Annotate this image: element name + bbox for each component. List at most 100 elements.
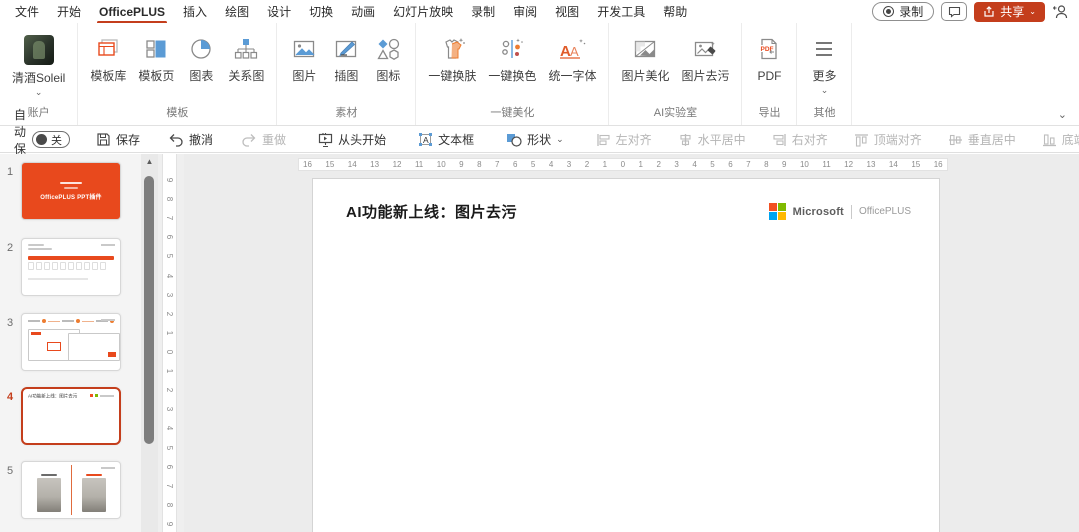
person-icon[interactable] — [1052, 4, 1069, 19]
menu-file[interactable]: 文件 — [6, 0, 48, 24]
textbox-button[interactable]: A 文本框 — [410, 128, 482, 151]
ruler-tick-label: 7 — [165, 483, 175, 488]
slide-thumbnail-2[interactable] — [21, 238, 121, 296]
autosave-switch[interactable]: 关 — [32, 131, 71, 148]
slide-thumbnail-5[interactable] — [21, 461, 121, 519]
start-from-beginning-button[interactable]: 从头开始 — [310, 128, 394, 151]
redo-label: 重做 — [262, 133, 287, 147]
ruler-tick-label: 2 — [584, 159, 590, 169]
align-left-button[interactable]: 左对齐 — [588, 128, 660, 151]
slide-number: 3 — [7, 317, 14, 329]
align-center-h-button[interactable]: 水平居中 — [670, 128, 754, 151]
slide-canvas[interactable]: AI功能新上线：图片去污 Microsoft OfficePLUS — [312, 178, 940, 532]
ribbon-group-assets: 图片 插图 图标 素材 — [277, 23, 417, 125]
slide-title[interactable]: AI功能新上线：图片去污 — [346, 201, 517, 222]
align-left-icon — [597, 133, 610, 146]
ribbon-group-templates: 模板库 模板页 图表 关系图 模板 — [78, 23, 278, 125]
menu-officeplus[interactable]: OfficePLUS — [90, 1, 174, 24]
ruler-tick-label: 9 — [782, 159, 787, 169]
one-click-skin-button[interactable]: 一键换肤 — [422, 31, 482, 86]
unify-font-button[interactable]: A A 统一字体 — [542, 31, 602, 86]
slide-thumbnail-3[interactable] — [21, 313, 121, 371]
collapse-ribbon-icon[interactable]: ⌄ — [1058, 108, 1067, 121]
align-bottom-label: 底端对齐 — [1061, 133, 1079, 147]
ruler-tick-label: 4 — [165, 426, 175, 431]
editing-canvas: 16 15 14 13 12 11 10 9 8 7 6 5 4 3 2 1 0 1 2 3 4 5 6 7 8 9 10 11 12 1… — [184, 154, 1079, 532]
save-button[interactable]: 保存 — [88, 128, 148, 151]
template-library-button[interactable]: 模板库 — [84, 31, 132, 86]
align-middle-v-label: 垂直居中 — [967, 133, 1016, 147]
thumbnail-scrollbar[interactable]: ▲ — [141, 154, 158, 532]
pdf-export-button[interactable]: PDF PDF — [748, 31, 790, 86]
ruler-tick-label: 11 — [822, 159, 831, 169]
quick-access-toolbar: 自动保存 关 保存 撤消 — [0, 108, 1079, 173]
menu-view[interactable]: 视图 — [546, 0, 588, 24]
scroll-up-icon[interactable]: ▲ — [141, 157, 158, 166]
svg-text:A: A — [423, 135, 429, 145]
align-left-label: 左对齐 — [615, 133, 652, 147]
ruler-tick-label: 3 — [165, 407, 175, 412]
ribbon: 清酒Soleil ⌄ 账户 模板库 模板页 图表 关系图 模板 图片 插图 图标… — [0, 23, 1079, 126]
ruler-tick-label: 12 — [392, 159, 402, 169]
shapes-button[interactable]: 形状 ⌄ — [498, 128, 572, 151]
menu-animations[interactable]: 动画 — [342, 0, 384, 24]
group-label-assets: 素材 — [335, 107, 358, 119]
illustration-button[interactable]: 插图 — [325, 31, 367, 86]
picture-button[interactable]: 图片 — [283, 31, 325, 86]
ribbon-group-export: PDF PDF 导出 — [742, 23, 798, 125]
undo-label: 撤消 — [189, 133, 214, 147]
ruler-tick-label: 1 — [165, 330, 175, 336]
ribbon-group-other: 更多 ⌄ 其他 — [797, 23, 853, 125]
slide-row-3: 3 — [0, 313, 141, 387]
ruler-tick-label: 15 — [911, 159, 921, 169]
menu-home[interactable]: 开始 — [48, 0, 90, 24]
menu-design[interactable]: 设计 — [258, 0, 300, 24]
start-from-beginning-label: 从头开始 — [338, 133, 387, 147]
svg-text:A: A — [570, 44, 579, 59]
chart-button[interactable]: 图表 — [180, 31, 222, 86]
undo-button[interactable]: 撤消 — [160, 128, 221, 151]
more-button[interactable]: 更多 ⌄ — [803, 31, 845, 97]
comment-icon — [948, 6, 960, 18]
slide-thumbnail-1[interactable]: OfficePLUS PPT插件 — [21, 162, 121, 220]
ribbon-group-ai-lab: 图片美化 图片去污 AI实验室 — [609, 23, 743, 125]
group-label-beautify: 一键美化 — [490, 107, 535, 119]
image-beautify-button[interactable]: 图片美化 — [615, 31, 675, 86]
ruler-tick-label: 8 — [165, 196, 175, 202]
relation-diagram-button[interactable]: 关系图 — [222, 31, 270, 86]
template-library-icon — [98, 39, 119, 56]
slide-thumbnail-4-selected[interactable]: AI功能新上线：图片去污 — [21, 387, 121, 445]
align-bottom-button[interactable]: 底端对齐 — [1034, 128, 1079, 151]
align-middle-v-button[interactable]: 垂直居中 — [940, 128, 1024, 151]
toggle-knob — [36, 134, 48, 145]
scrollbar-thumb[interactable] — [144, 176, 154, 444]
unify-font-label: 统一字体 — [548, 69, 597, 83]
ruler-tick-label: 16 — [303, 159, 312, 169]
record-button[interactable]: 录制 — [872, 2, 935, 21]
template-page-button[interactable]: 模板页 — [132, 31, 180, 86]
shapes-label: 形状 — [527, 133, 552, 147]
align-right-button[interactable]: 右对齐 — [764, 128, 836, 151]
menu-transitions[interactable]: 切换 — [300, 0, 342, 24]
menu-review[interactable]: 审阅 — [504, 0, 546, 24]
align-top-button[interactable]: 顶端对齐 — [846, 128, 930, 151]
account-button[interactable]: 清酒Soleil ⌄ — [6, 31, 71, 99]
image-stain-removal-label: 图片去污 — [681, 69, 730, 83]
icons-button[interactable]: 图标 — [367, 31, 409, 86]
redo-button[interactable]: 重做 — [233, 128, 294, 151]
align-center-h-icon — [680, 133, 691, 146]
autosave-state: 关 — [51, 134, 63, 147]
menu-help[interactable]: 帮助 — [654, 0, 696, 24]
ruler-tick-label: 6 — [165, 464, 175, 469]
share-button[interactable]: 共享 ⌄ — [974, 1, 1045, 22]
ruler-tick-label: 14 — [347, 159, 357, 169]
menu-draw[interactable]: 绘图 — [216, 0, 258, 24]
menu-slideshow[interactable]: 幻灯片放映 — [384, 0, 462, 24]
comments-button[interactable] — [941, 2, 968, 21]
menu-insert[interactable]: 插入 — [174, 0, 216, 24]
menu-developer[interactable]: 开发工具 — [588, 0, 654, 24]
image-stain-removal-button[interactable]: 图片去污 — [675, 31, 735, 86]
menu-record[interactable]: 录制 — [462, 0, 504, 24]
vertical-ruler: 9 8 7 6 5 4 3 2 1 0 1 2 3 4 5 6 7 8 9 — [162, 154, 177, 532]
one-click-recolor-button[interactable]: 一键换色 — [482, 31, 542, 86]
